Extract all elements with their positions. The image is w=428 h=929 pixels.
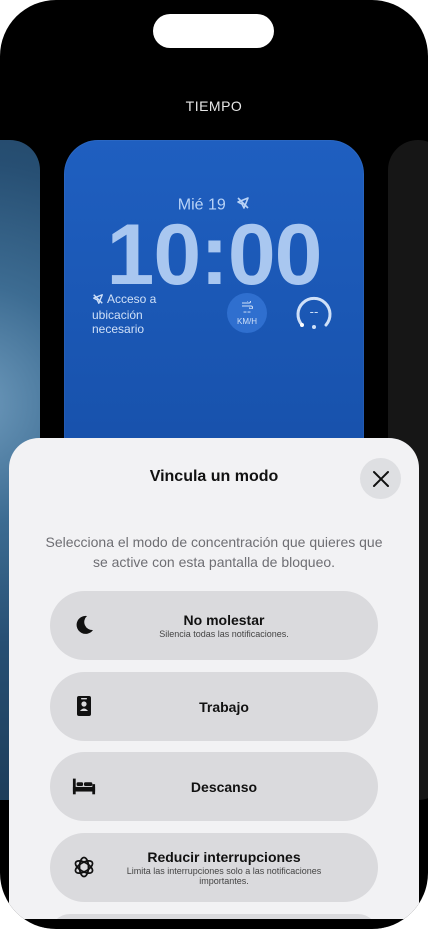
device-frame: TIEMPO Mié 19 10:00 Acceso a ubicación n… [0, 0, 428, 929]
page-title: TIEMPO [185, 98, 243, 114]
wind-icon [241, 296, 253, 314]
focus-mode-sheet: Vincula un modo Selecciona el modo de co… [9, 438, 419, 929]
mode-subtitle: Limita las interrupciones solo a las not… [126, 866, 322, 886]
mode-button-no-molestar[interactable]: No molestar Silencia todas las notificac… [50, 591, 378, 660]
clock-time: 10:00 [106, 207, 323, 303]
wind-widget[interactable]: -- KM/H [227, 293, 267, 333]
mode-button-trabajo[interactable]: Trabajo [50, 672, 378, 741]
mode-label: Reducir interrupciones [147, 849, 301, 865]
close-button[interactable] [360, 458, 401, 499]
close-icon [372, 470, 389, 487]
mode-label: Trabajo [199, 698, 249, 715]
device-bottom-bezel [0, 919, 428, 929]
location-widget[interactable]: Acceso a ubicación necesario [92, 292, 192, 336]
bed-icon [72, 774, 96, 798]
dynamic-island [153, 14, 274, 48]
uv-gauge-widget[interactable]: -- [293, 292, 335, 334]
mode-button-descanso[interactable]: Descanso [50, 752, 378, 821]
wind-unit: KM/H [237, 317, 257, 326]
id-badge-icon [72, 694, 96, 718]
mode-label: No molestar [183, 612, 265, 628]
sheet-description: Selecciona el modo de concentración que … [45, 534, 383, 570]
mode-label: Descanso [190, 778, 258, 795]
sheet-title: Vincula un modo [149, 468, 279, 485]
mode-subtitle: Silencia todas las notificaciones. [159, 629, 289, 639]
flower-icon [72, 855, 96, 879]
location-arrow-icon [92, 293, 104, 308]
moon-icon [72, 613, 96, 637]
gauge-value: -- [309, 304, 319, 319]
mode-button-reducir-interrupciones[interactable]: Reducir interrupciones Limita las interr… [50, 833, 378, 902]
